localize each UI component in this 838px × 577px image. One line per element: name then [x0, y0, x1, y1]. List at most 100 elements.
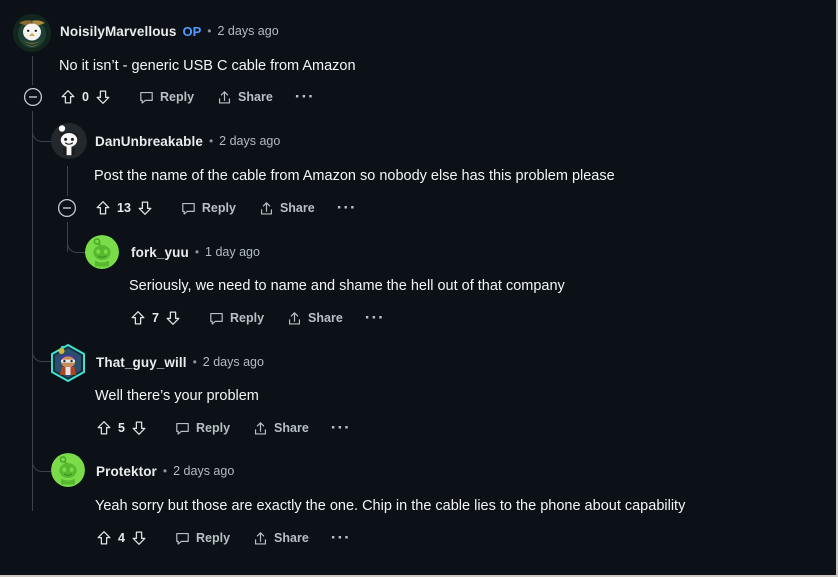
comment-username[interactable]: fork_yuu [131, 245, 189, 260]
meta-separator: • [192, 355, 197, 369]
share-label: Share [274, 421, 309, 435]
reply-label: Reply [196, 531, 231, 545]
share-label: Share [308, 311, 343, 325]
comment-bubble-icon [176, 532, 189, 545]
comment-username[interactable]: That_guy_will [96, 355, 187, 370]
more-options-button[interactable]: ··· [365, 309, 385, 326]
reply-label: Reply [196, 421, 231, 435]
vote-score: 0 [82, 90, 89, 104]
comment-header: DanUnbreakable • 2 days ago [95, 131, 280, 151]
avatar[interactable] [51, 123, 87, 159]
vote-group: 5 [95, 419, 148, 437]
upvote-icon[interactable] [94, 199, 112, 217]
collapse-button[interactable] [57, 198, 77, 218]
vote-score: 5 [118, 421, 125, 435]
vote-score: 13 [117, 201, 131, 215]
meta-separator: • [194, 245, 200, 259]
comment-actions: 4 Reply Share ··· [95, 526, 351, 550]
share-label: Share [274, 531, 309, 545]
vote-group: 0 [59, 88, 112, 106]
reply-button[interactable]: Reply [174, 420, 230, 437]
comment-actions: 13 Reply Share ··· [94, 196, 357, 220]
comment-bubble-icon [210, 312, 223, 325]
comment-header: Protektor • 2 days ago [96, 461, 234, 481]
downvote-icon[interactable] [94, 88, 112, 106]
comment-body: Post the name of the cable from Amazon s… [94, 168, 615, 184]
snoo-green-avatar [51, 453, 85, 487]
reply-label: Reply [201, 201, 236, 215]
thread-elbow-c2 [32, 111, 51, 142]
upvote-icon[interactable] [59, 88, 77, 106]
comment-username[interactable]: DanUnbreakable [95, 134, 203, 149]
downvote-icon[interactable] [136, 199, 154, 217]
upvote-icon[interactable] [129, 309, 147, 327]
nft-hex-avatar [51, 343, 85, 383]
share-button[interactable]: Share [286, 310, 343, 327]
thread-line-depth0[interactable] [32, 56, 33, 85]
more-options-button[interactable]: ··· [295, 88, 315, 105]
eagle-avatar [13, 14, 51, 52]
comment-age: 1 day ago [205, 245, 260, 259]
comment-age: 2 days ago [219, 134, 281, 148]
upvote-icon[interactable] [95, 529, 113, 547]
avatar[interactable] [51, 453, 85, 487]
comment-actions: 5 Reply Share ··· [95, 416, 351, 440]
thread-elbow-c5 [32, 441, 51, 472]
downvote-icon[interactable] [130, 529, 148, 547]
avatar[interactable] [85, 235, 119, 269]
comment-header: NoisilyMarvellous OP • 2 days ago [60, 21, 279, 41]
comment-header: fork_yuu • 1 day ago [131, 242, 260, 262]
reply-label: Reply [230, 311, 265, 325]
vote-score: 4 [118, 531, 125, 545]
reply-button[interactable]: Reply [174, 530, 230, 547]
share-icon [219, 90, 231, 104]
reply-button[interactable]: Reply [208, 310, 264, 327]
comment-body: Seriously, we need to name and shame the… [129, 278, 565, 294]
snoo-white-avatar [51, 123, 87, 159]
reply-button[interactable]: Reply [138, 89, 194, 106]
collapse-button[interactable] [23, 87, 43, 107]
collapse-minus-icon [57, 198, 77, 218]
share-label: Share [279, 201, 315, 215]
reply-button[interactable]: Reply [180, 200, 236, 217]
snoo-green-avatar [85, 235, 119, 269]
comment-age: 2 days ago [173, 464, 235, 478]
comment-body: Yeah sorry but those are exactly the one… [95, 498, 686, 514]
comment-bubble-icon [140, 91, 153, 104]
share-button[interactable]: Share [252, 420, 309, 437]
op-badge: OP [182, 23, 202, 39]
vote-group: 7 [129, 309, 182, 327]
avatar[interactable] [49, 343, 87, 383]
vote-group: 13 [94, 199, 154, 217]
share-icon [260, 201, 272, 215]
share-icon [255, 421, 267, 435]
comment-body: No it isn’t - generic USB C cable from A… [59, 58, 356, 74]
thread-line-depth1[interactable] [67, 166, 68, 196]
comment-age: 2 days ago [202, 355, 264, 369]
downvote-icon[interactable] [130, 419, 148, 437]
meta-separator: • [207, 24, 212, 38]
comment-username[interactable]: Protektor [96, 464, 157, 479]
share-button[interactable]: Share [258, 200, 315, 217]
thread-elbow-c3 [67, 222, 86, 253]
more-options-button[interactable]: ··· [331, 419, 351, 436]
comment-header: That_guy_will • 2 days ago [96, 352, 264, 372]
avatar[interactable] [13, 14, 51, 52]
reddit-comment-thread: NoisilyMarvellous OP • 2 days ago No it … [0, 0, 838, 577]
comment-body: Well there’s your problem [95, 388, 259, 404]
comment-age: 2 days ago [217, 24, 279, 38]
collapse-minus-icon [23, 87, 43, 107]
share-icon [289, 311, 301, 325]
meta-separator: • [162, 464, 168, 478]
meta-separator: • [208, 134, 214, 148]
upvote-icon[interactable] [95, 419, 113, 437]
comment-bubble-icon [176, 422, 189, 435]
comment-actions: 7 Reply Share ··· [129, 306, 385, 330]
more-options-button[interactable]: ··· [331, 529, 351, 546]
comment-username[interactable]: NoisilyMarvellous [60, 24, 177, 39]
more-options-button[interactable]: ··· [337, 199, 357, 216]
vote-group: 4 [95, 529, 148, 547]
share-button[interactable]: Share [216, 89, 273, 106]
downvote-icon[interactable] [164, 309, 182, 327]
share-button[interactable]: Share [252, 530, 309, 547]
